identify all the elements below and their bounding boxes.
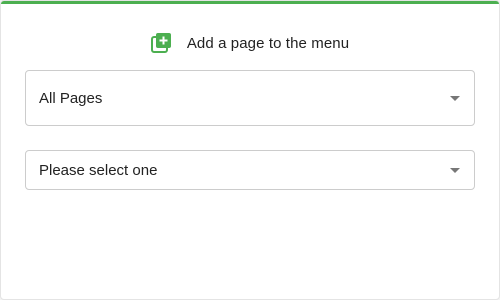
- page-type-select-value: All Pages: [39, 89, 103, 107]
- panel-title: Add a page to the menu: [186, 34, 350, 52]
- page-type-select[interactable]: All Pages: [25, 70, 475, 126]
- page-select[interactable]: Please select one: [25, 150, 475, 190]
- page-select-value: Please select one: [39, 161, 158, 179]
- panel-header: Add a page to the menu: [1, 31, 499, 55]
- chevron-down-icon: [450, 95, 460, 101]
- accent-top-bar: [1, 1, 499, 4]
- add-page-icon: [150, 32, 173, 54]
- add-page-panel: Add a page to the menu All Pages Please …: [0, 0, 500, 300]
- chevron-down-icon: [450, 167, 460, 173]
